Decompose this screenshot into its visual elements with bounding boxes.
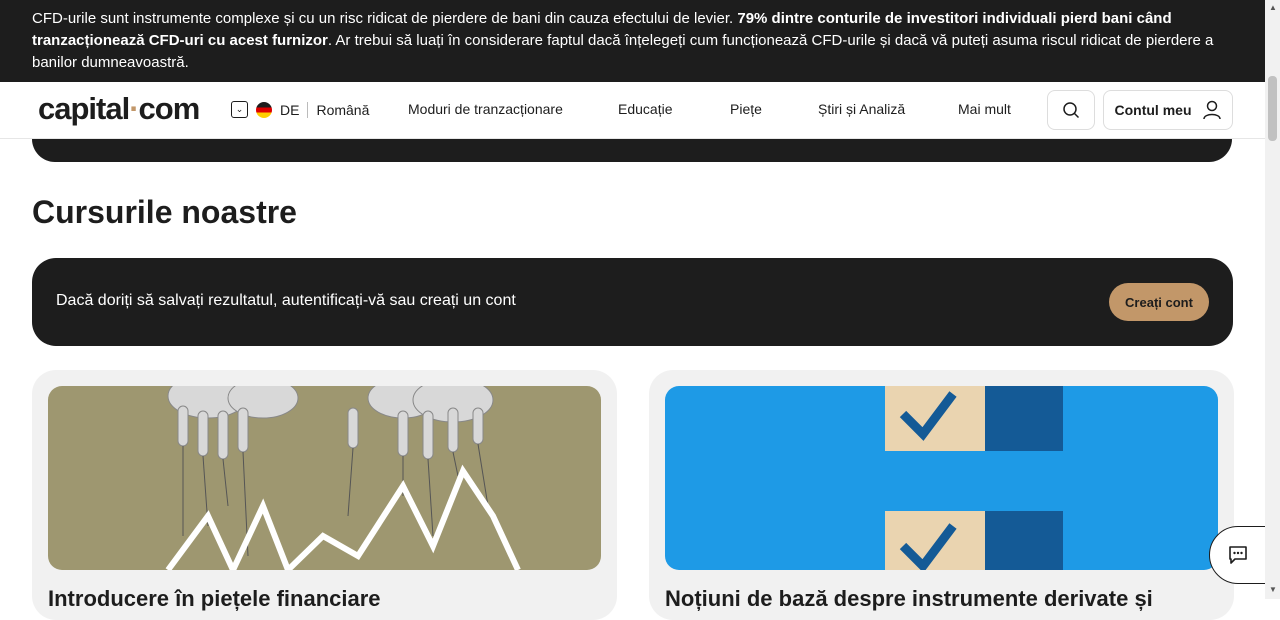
user-icon: [1202, 100, 1221, 120]
country-code: DE: [280, 101, 300, 118]
nav-trading-modes[interactable]: Moduri de tranzacționare: [408, 101, 563, 117]
language-label: Română: [316, 101, 370, 118]
nav-news-analysis[interactable]: Știri și Analiză: [818, 101, 905, 117]
checkbox-blocks-image: [665, 386, 1218, 570]
search-button[interactable]: [1047, 90, 1095, 130]
chevron-down-icon: ⌄: [231, 101, 248, 118]
scroll-down-arrow-icon[interactable]: ▼: [1269, 585, 1277, 594]
login-prompt-banner: Dacă doriți să salvați rezultatul, auten…: [32, 258, 1233, 346]
my-account-label: Contul meu: [1114, 102, 1192, 118]
divider: [307, 101, 309, 118]
course-title[interactable]: Noțiuni de bază despre instrumente deriv…: [665, 586, 1153, 612]
chat-button[interactable]: [1209, 526, 1267, 584]
logo-text-right: com: [138, 91, 201, 126]
risk-warning-banner: CFD-urile sunt instrumente complexe și c…: [0, 0, 1265, 82]
nav-education[interactable]: Educație: [618, 101, 672, 117]
create-account-button[interactable]: Creați cont: [1109, 283, 1209, 321]
section-title: Cursurile noastre: [32, 194, 297, 230]
nav-markets[interactable]: Piețe: [730, 101, 762, 117]
previous-section-bottom: [32, 139, 1232, 162]
puppet-hands-image: [48, 386, 601, 570]
my-account-button[interactable]: Contul meu: [1103, 90, 1233, 130]
capital-com-logo[interactable]: capital·com: [38, 91, 201, 127]
chat-icon: [1229, 546, 1247, 564]
page-scrollbar[interactable]: ▲ ▼: [1265, 0, 1280, 599]
germany-flag-icon: [256, 101, 272, 118]
search-icon: [1063, 102, 1080, 119]
language-selector[interactable]: ⌄ DE Română: [231, 101, 369, 118]
site-header: capital·com ⌄ DE Română Moduri de tranza…: [0, 82, 1265, 139]
logo-dot: ·: [129, 91, 139, 126]
scrollbar-thumb[interactable]: [1268, 76, 1277, 141]
course-card[interactable]: Noțiuni de bază despre instrumente deriv…: [649, 370, 1234, 620]
course-card[interactable]: Introducere în piețele financiare: [32, 370, 617, 620]
nav-more[interactable]: Mai mult: [958, 101, 1011, 117]
logo-text-left: capital: [38, 91, 130, 126]
scroll-up-arrow-icon[interactable]: ▲: [1269, 3, 1277, 12]
login-prompt-text: Dacă doriți să salvați rezultatul, auten…: [56, 292, 516, 309]
course-title[interactable]: Introducere în piețele financiare: [48, 586, 381, 612]
risk-warning-text: CFD-urile sunt instrumente complexe și c…: [32, 10, 738, 27]
